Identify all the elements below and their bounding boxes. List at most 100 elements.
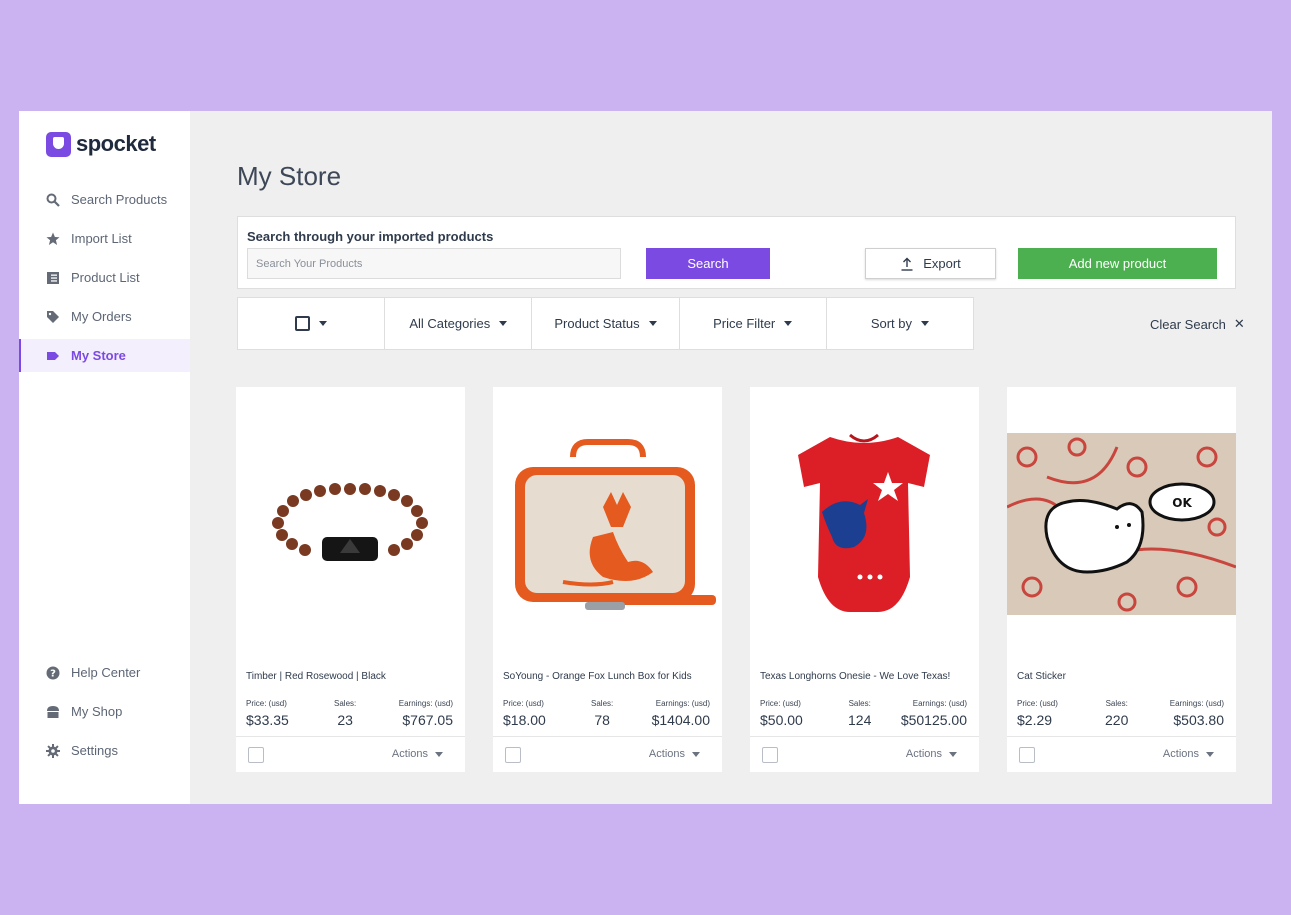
search-button[interactable]: Search [646, 248, 770, 279]
product-card[interactable]: SoYoung - Orange Fox Lunch Box for Kids … [493, 387, 722, 772]
sales-value: 78 [594, 712, 610, 728]
product-checkbox[interactable] [505, 747, 521, 763]
sidebar-item-label: My Shop [71, 704, 123, 719]
chevron-down-icon [319, 321, 328, 326]
logo[interactable]: spocket [46, 131, 156, 157]
product-image-bracelet[interactable] [236, 387, 465, 659]
chevron-down-icon [692, 751, 700, 757]
product-name[interactable]: Cat Sticker [1017, 671, 1066, 682]
sidebar-item-import-list[interactable]: Import List [19, 222, 190, 255]
select-all-checkbox[interactable] [295, 316, 311, 331]
price-value: $50.00 [760, 712, 803, 728]
actions-label: Actions [905, 748, 942, 760]
earnings-value: $50125.00 [900, 712, 967, 728]
product-card[interactable]: OK Cat Sticker Price: (usd) $2.29 Sales: 2… [1007, 387, 1236, 772]
product-card[interactable]: Timber | Red Rosewood | Black Price: (us… [236, 387, 465, 772]
sales-label: Sales: [1105, 699, 1128, 708]
price-value: $2.29 [1017, 712, 1053, 728]
price-filter[interactable]: Price Filter [680, 298, 827, 349]
chevron-down-icon [499, 321, 508, 326]
sidebar-nav: Search Products Import List Product List… [19, 183, 190, 378]
actions-label: Actions [1162, 748, 1199, 760]
help-icon: ? [46, 666, 60, 680]
search-input[interactable] [247, 248, 621, 279]
sidebar-item-label: Settings [71, 743, 118, 758]
earnings-label: Earnings: (usd) [398, 699, 453, 708]
product-name[interactable]: Timber | Red Rosewood | Black [246, 671, 386, 682]
actions-dropdown[interactable]: Actions [1163, 748, 1214, 760]
categories-filter[interactable]: All Categories [385, 298, 533, 349]
actions-label: Actions [391, 748, 428, 760]
product-image-lunchbox[interactable] [493, 387, 722, 659]
earnings-label: Earnings: (usd) [1169, 699, 1224, 708]
sidebar-item-my-orders[interactable]: My Orders [19, 300, 190, 333]
sidebar-item-product-list[interactable]: Product List [19, 261, 190, 294]
select-all-dropdown[interactable] [238, 298, 386, 349]
card-footer: Actions [236, 736, 465, 772]
app-window: spocket Search Products Import List Prod… [19, 111, 1272, 804]
sales-value: 23 [337, 712, 353, 728]
sidebar-item-help-center[interactable]: ? Help Center [19, 656, 190, 689]
export-button[interactable]: Export [865, 248, 996, 279]
price-label: Price: (usd) [503, 699, 544, 708]
sidebar-bottom-nav: ? Help Center My Shop Settings [19, 656, 190, 773]
product-image-cat-sticker[interactable]: OK [1007, 387, 1236, 659]
chevron-down-icon [648, 321, 657, 326]
actions-label: Actions [648, 748, 685, 760]
svg-text:OK: OK [1172, 496, 1192, 510]
spocket-logo-icon [46, 131, 71, 157]
product-stats: Price: (usd) $2.29 Sales: 220 Earnings: (u… [1017, 699, 1224, 731]
product-checkbox[interactable] [248, 747, 264, 763]
main-content: My Store Search through your imported pr… [190, 111, 1272, 804]
card-footer: Actions [493, 736, 722, 772]
sidebar: spocket Search Products Import List Prod… [19, 111, 190, 804]
sort-by-filter[interactable]: Sort by [827, 298, 973, 349]
product-card[interactable]: Texas Longhorns Onesie - We Love Texas! … [750, 387, 979, 772]
product-stats: Price: (usd) $33.35 Sales: 23 Earnings: (u… [246, 699, 453, 731]
page-title: My Store [237, 161, 342, 191]
sort-by-filter-label: Sort by [870, 316, 912, 331]
chevron-down-icon [949, 751, 957, 757]
price-label: Price: (usd) [1017, 699, 1058, 708]
product-checkbox[interactable] [1019, 747, 1035, 763]
earnings-label: Earnings: (usd) [912, 699, 967, 708]
product-checkbox[interactable] [762, 747, 778, 763]
product-stats: Price: (usd) $50.00 Sales: 124 Earnings: (… [760, 699, 967, 731]
earnings-label: Earnings: (usd) [655, 699, 710, 708]
price-label: Price: (usd) [246, 699, 287, 708]
clear-search-label: Clear Search [1150, 316, 1226, 332]
chevron-down-icon [784, 321, 793, 326]
sidebar-item-my-store[interactable]: My Store [19, 339, 190, 372]
product-name[interactable]: Texas Longhorns Onesie - We Love Texas! [760, 671, 950, 682]
actions-dropdown[interactable]: Actions [649, 748, 700, 760]
sales-label: Sales: [591, 699, 614, 708]
search-icon [46, 193, 60, 207]
upload-icon [901, 257, 913, 271]
product-status-filter[interactable]: Product Status [532, 298, 680, 349]
product-name[interactable]: SoYoung - Orange Fox Lunch Box for Kids [503, 671, 692, 682]
sidebar-item-search-products[interactable]: Search Products [19, 183, 190, 216]
chevron-down-icon [435, 751, 443, 757]
product-image-onesie[interactable] [750, 387, 979, 659]
product-grid: Timber | Red Rosewood | Black Price: (us… [236, 387, 1236, 772]
add-new-product-button[interactable]: Add new product [1018, 248, 1217, 279]
chevron-down-icon [1206, 751, 1214, 757]
sidebar-item-my-shop[interactable]: My Shop [19, 695, 190, 728]
sales-label: Sales: [848, 699, 871, 708]
sidebar-item-settings[interactable]: Settings [19, 734, 190, 767]
sales-value: 124 [848, 712, 872, 728]
label-icon [46, 349, 60, 363]
earnings-value: $503.80 [1173, 712, 1224, 728]
sidebar-item-label: Product List [71, 270, 140, 285]
shop-icon [46, 705, 60, 719]
product-stats: Price: (usd) $18.00 Sales: 78 Earnings: (u… [503, 699, 710, 731]
sidebar-item-label: Import List [71, 231, 132, 246]
actions-dropdown[interactable]: Actions [906, 748, 957, 760]
gear-icon [46, 743, 60, 758]
clear-search-link[interactable]: Clear Search ✕ [1150, 316, 1245, 332]
actions-dropdown[interactable]: Actions [392, 748, 443, 760]
price-value: $18.00 [503, 712, 546, 728]
tag-icon [46, 310, 60, 324]
search-label: Search through your imported products [247, 229, 494, 244]
sales-label: Sales: [334, 699, 357, 708]
